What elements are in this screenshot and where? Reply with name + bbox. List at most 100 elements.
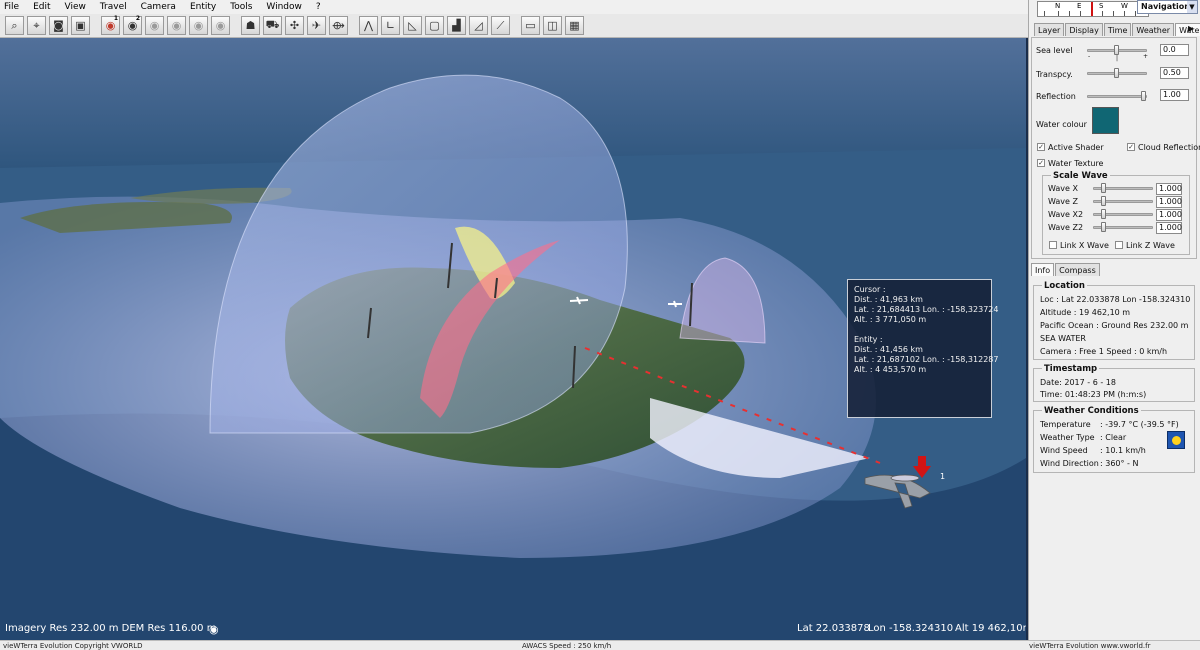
location-ground-res: Pacific Ocean : Ground Res 232.00 m (1040, 321, 1189, 330)
menu-window[interactable]: Window (266, 2, 302, 12)
helicopter-icon[interactable]: ✣ (285, 16, 304, 35)
weather-type-label: Weather Type (1040, 433, 1095, 442)
tab-compass[interactable]: Compass (1055, 263, 1100, 276)
cloud-reflection-checkbox[interactable]: ✓ (1127, 143, 1135, 151)
wind-speed-value: : 10.1 km/h (1100, 446, 1146, 455)
water-colour-label: Water colour (1036, 120, 1087, 129)
wind-direction-label: Wind Direction (1040, 459, 1099, 468)
wave-z2-slider-thumb[interactable] (1101, 222, 1106, 232)
menu-view[interactable]: View (65, 2, 86, 12)
menu-file[interactable]: File (4, 2, 19, 12)
wave-z2-input[interactable]: 1.000 (1156, 222, 1182, 234)
menu-help[interactable]: ? (316, 2, 321, 12)
compass-letter-w: W (1121, 2, 1128, 10)
menu-edit[interactable]: Edit (33, 2, 50, 12)
camera-2-icon-badge: 2 (135, 15, 140, 22)
menu-tools[interactable]: Tools (230, 2, 252, 12)
menu-travel[interactable]: Travel (100, 2, 127, 12)
line-of-sight-icon[interactable]: ⟋ (491, 16, 510, 35)
camera-disabled-1-icon[interactable]: ◉ (145, 16, 164, 35)
link-x-wave-checkbox[interactable] (1049, 241, 1057, 249)
entity-title: Entity : (854, 335, 883, 344)
wave-z-label: Wave Z (1048, 197, 1078, 206)
3d-viewport[interactable]: 1 Cursor : Dist. : 41,963 km Lat. : 21,6… (0, 38, 1026, 640)
reflection-slider-thumb[interactable] (1141, 91, 1146, 101)
tab-display[interactable]: Display (1065, 23, 1103, 36)
airplane-icon[interactable]: ✈ (307, 16, 326, 35)
sea-level-label: Sea level (1036, 46, 1073, 55)
navigation-mode-select[interactable]: Navigation ▼ (1137, 0, 1198, 14)
location-loc: Loc : Lat 22.033878 Lon -158.324310 (1040, 295, 1191, 304)
wave-x-input[interactable]: 1.000 (1156, 183, 1182, 195)
camera-disabled-4-icon[interactable]: ◉ (211, 16, 230, 35)
link-z-wave-label: Link Z Wave (1126, 241, 1175, 250)
satellite-icon[interactable]: ⟴ (329, 16, 348, 35)
reflection-input[interactable]: 1.00 (1160, 89, 1189, 101)
awacs-radome (890, 474, 920, 482)
cursor-distance: Dist. : 41,963 km (854, 295, 923, 304)
sea-level-input[interactable]: 0.0 (1160, 44, 1189, 56)
viewport-altitude: Alt 19 462,10m (955, 623, 1026, 634)
compass-letter-s: S (1099, 2, 1104, 10)
wave-x-slider-thumb[interactable] (1101, 183, 1106, 193)
wave-x2-slider-thumb[interactable] (1101, 209, 1106, 219)
wave-x2-input[interactable]: 1.000 (1156, 209, 1182, 221)
slope-icon[interactable]: ◿ (469, 16, 488, 35)
sea-level-slider-thumb[interactable] (1114, 45, 1119, 55)
active-shader-checkbox[interactable]: ✓ (1037, 143, 1045, 151)
measure-distance-icon[interactable]: ⋀ (359, 16, 378, 35)
timestamp-date: Date: 2017 - 6 - 18 (1040, 378, 1116, 387)
location-title: Location (1042, 281, 1087, 291)
menu-entity[interactable]: Entity (190, 2, 216, 12)
wave-x2-label: Wave X2 (1048, 210, 1084, 219)
profile-icon[interactable]: ◺ (403, 16, 422, 35)
tab-info[interactable]: Info (1031, 263, 1055, 276)
camera-icon[interactable]: ◙ (49, 16, 68, 35)
compass-letter-e: E (1077, 2, 1082, 10)
panel-tabs: Layer Display Time Weather Water (1034, 23, 1200, 36)
wave-z-slider-thumb[interactable] (1101, 196, 1106, 206)
camera-disabled-3-icon[interactable]: ◉ (189, 16, 208, 35)
weather-type-value: : Clear (1100, 433, 1127, 442)
pedestrian-icon[interactable]: ☗ (241, 16, 260, 35)
transparency-input[interactable]: 0.50 (1160, 67, 1189, 79)
navigation-mode-value: Navigation (1141, 2, 1190, 11)
water-texture-checkbox[interactable]: ✓ (1037, 159, 1045, 167)
camera-1-icon[interactable]: ◉ 1 (101, 15, 120, 35)
window-icon[interactable]: ▭ (521, 16, 540, 35)
location-group: Location Loc : Lat 22.033878 Lon -158.32… (1033, 281, 1195, 360)
location-altitude: Altitude : 19 462,10 m (1040, 308, 1131, 317)
tab-scroll-right-icon[interactable]: ▶ (1188, 24, 1194, 33)
menu-camera[interactable]: Camera (141, 2, 176, 12)
camera-disabled-2-icon[interactable]: ◉ (167, 16, 186, 35)
grid-view-icon[interactable]: ▦ (565, 16, 584, 35)
image-icon[interactable]: ▣ (71, 16, 90, 35)
tab-time[interactable]: Time (1103, 23, 1132, 36)
copyright-text: vieWTerra Evolution Copyright VWORLD (3, 642, 143, 650)
sun-icon (1167, 431, 1185, 449)
car-icon[interactable]: ⛟ (263, 16, 282, 35)
entity-altitude: Alt. : 4 453,570 m (854, 365, 927, 374)
reflection-slider[interactable] (1087, 95, 1147, 98)
measure-angle-icon[interactable]: ∟ (381, 16, 400, 35)
wind-speed-label: Wind Speed (1040, 446, 1088, 455)
map-pin-icon[interactable]: ⌖ (27, 16, 46, 35)
chevron-down-icon: ▼ (1187, 1, 1197, 13)
transparency-label: Transpcy. (1036, 70, 1073, 79)
zoom-search-icon[interactable]: ⌕ (5, 16, 24, 35)
compass-strip[interactable]: N E S W (1037, 1, 1149, 17)
terrain-icon[interactable]: ▟ (447, 16, 466, 35)
camera-2-icon[interactable]: ◉ 2 (123, 15, 142, 35)
wave-z-input[interactable]: 1.000 (1156, 196, 1182, 208)
split-view-icon[interactable]: ◫ (543, 16, 562, 35)
sea-level-plus: + (1143, 53, 1149, 60)
link-z-wave-checkbox[interactable] (1115, 241, 1123, 249)
water-colour-swatch[interactable] (1092, 107, 1119, 134)
website-text: vieWTerra Evolution www.vworld.fr (1029, 642, 1151, 650)
area-icon[interactable]: ▢ (425, 16, 444, 35)
weather-temperature-value: : -39.7 °C (-39.5 °F) (1100, 420, 1179, 429)
tab-weather[interactable]: Weather (1132, 23, 1175, 36)
tab-layer[interactable]: Layer (1034, 23, 1065, 36)
transparency-slider-thumb[interactable] (1114, 68, 1119, 78)
camera-1-icon-badge: 1 (113, 15, 118, 22)
